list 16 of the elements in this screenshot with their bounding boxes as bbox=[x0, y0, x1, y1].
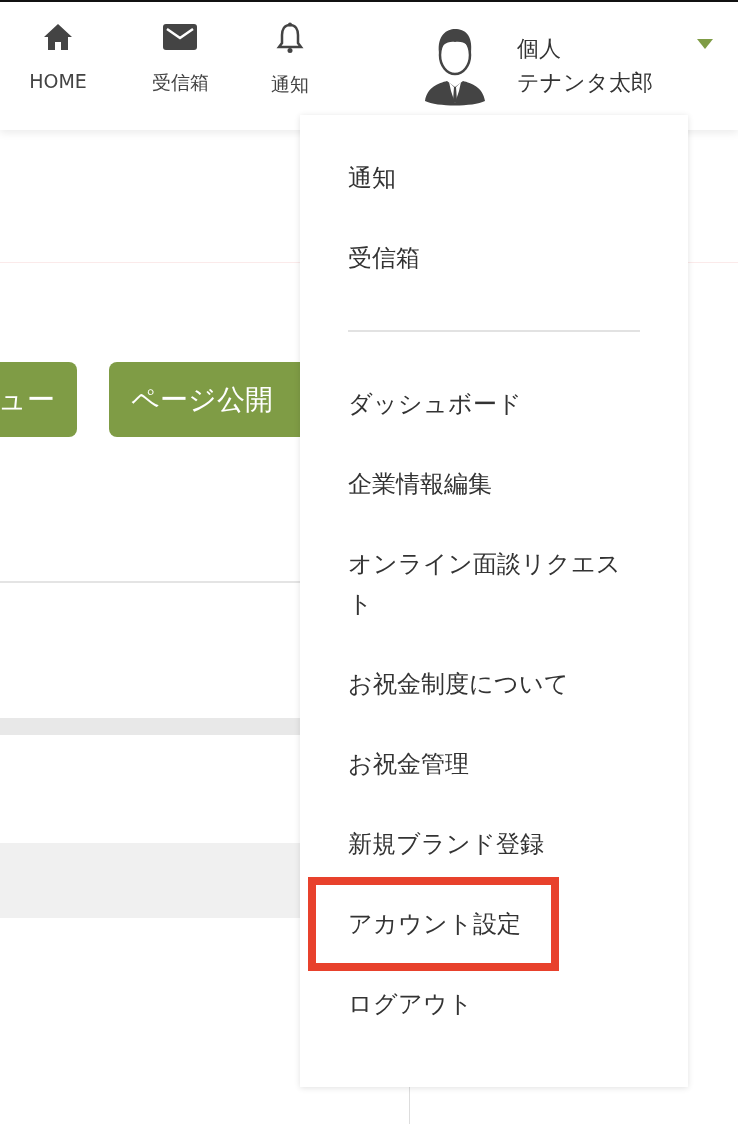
mail-icon bbox=[162, 22, 198, 52]
user-name: テナンタ太郎 bbox=[517, 69, 653, 97]
menu-item[interactable]: お祝金制度について bbox=[300, 644, 688, 724]
caret-icon[interactable] bbox=[697, 39, 713, 49]
nav-link[interactable]: 通知 bbox=[244, 22, 336, 98]
home-icon bbox=[42, 22, 74, 52]
menu-item[interactable]: 通知 bbox=[300, 138, 688, 218]
menu-item[interactable]: 企業情報編集 bbox=[300, 444, 688, 524]
menu-item[interactable]: オンライン面談リクエスト bbox=[300, 524, 688, 644]
bell-icon bbox=[275, 22, 305, 54]
menu-item[interactable]: 受信箱 bbox=[300, 218, 688, 298]
nav-link[interactable]: 受信箱 bbox=[116, 22, 244, 96]
account-type: 個人 bbox=[517, 35, 562, 63]
nav-link[interactable]: HOME bbox=[0, 22, 116, 92]
menu-item[interactable]: お祝金管理 bbox=[300, 724, 688, 804]
menu-item[interactable]: アカウント設定 bbox=[308, 877, 559, 971]
